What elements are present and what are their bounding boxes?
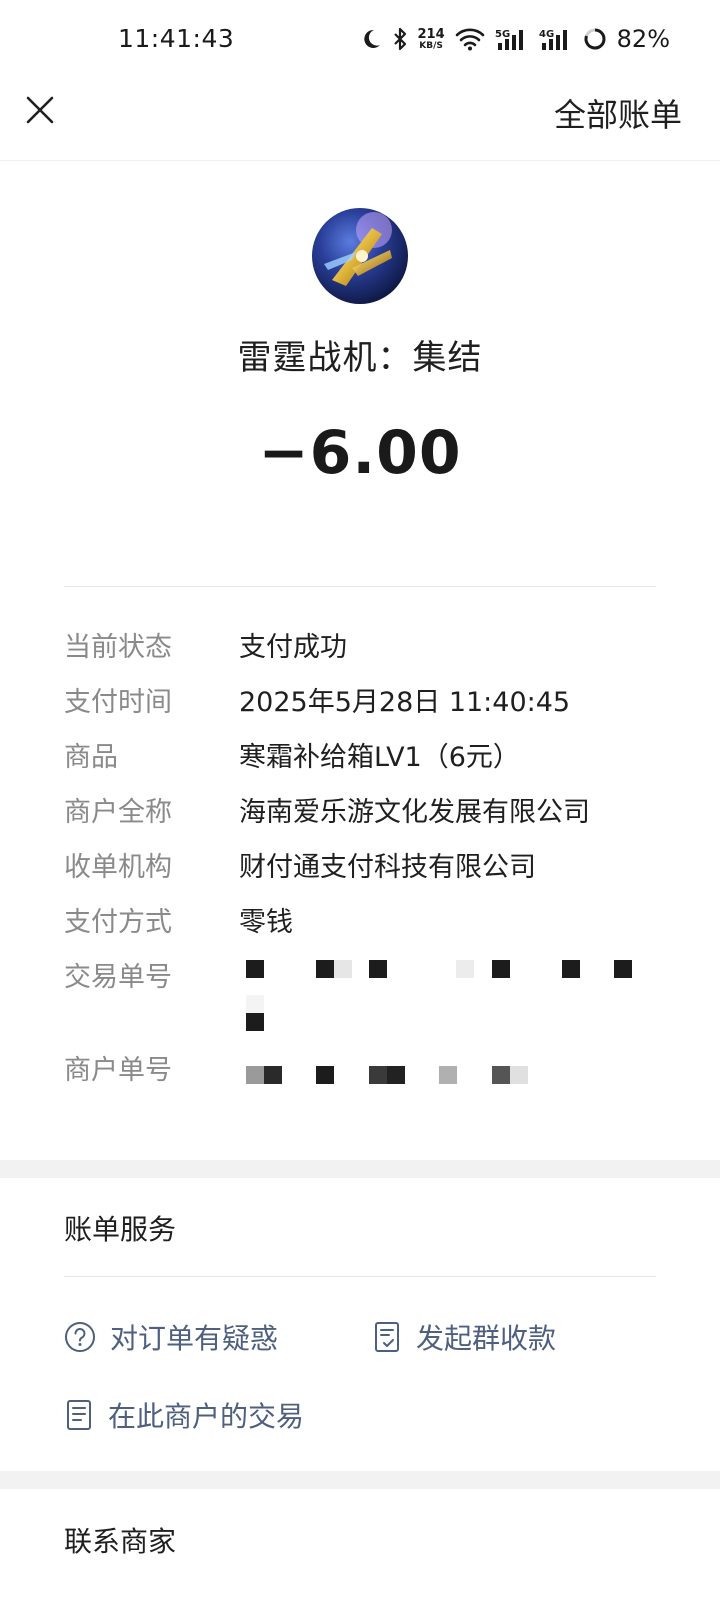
detail-row-acquirer: 收单机构 财付通支付科技有限公司 [64,845,656,885]
nav-bar: 全部账单 [0,82,720,161]
detail-label: 当前状态 [64,632,172,663]
detail-row-transaction-no: 交易单号 [64,955,656,1045]
divider [64,1276,656,1277]
merchant-avatar [312,208,408,304]
document-list-icon [64,1399,94,1431]
detail-value: 海南爱乐游文化发展有限公司 [239,797,590,828]
detail-value: 财付通支付科技有限公司 [239,852,536,883]
detail-value: 寒霜补给箱LV1（6元） [239,742,520,773]
battery-percent: 82% [616,25,670,53]
divider [64,586,656,587]
detail-row-pay-time: 支付时间 2025年5月28日 11:40:45 [64,680,656,720]
signal-4g-icon: 4G [539,27,573,51]
detail-label: 支付方式 [64,907,172,938]
status-icons: 214 KB/S 5G 4G 82% [360,22,670,56]
merchant-name: 雷霆战机：集结 [237,338,483,378]
section-separator [0,1160,720,1178]
net-speed-unit: KB/S [419,40,443,51]
detail-value: 2025年5月28日 11:40:45 [239,687,571,718]
detail-value: 零钱 [239,907,293,938]
detail-label: 收单机构 [64,852,172,883]
detail-row-merchant-full-name: 商户全称 海南爱乐游文化发展有限公司 [64,790,656,830]
status-time: 11:41:43 [118,24,235,53]
detail-row-pay-method: 支付方式 零钱 [64,900,656,940]
detail-row-merchant-order-no: 商户单号 [64,1048,656,1088]
svg-text:4G: 4G [539,29,554,40]
detail-row-status: 当前状态 支付成功 [64,625,656,665]
detail-label: 商户单号 [64,1055,172,1086]
status-bar: 11:41:43 214 KB/S 5G 4G 82% [0,0,720,82]
contact-merchant-link[interactable]: 联系商家 [64,1520,176,1560]
section-separator [0,1471,720,1489]
bluetooth-icon [392,27,408,51]
detail-row-goods: 商品 寒霜补给箱LV1（6元） [64,735,656,775]
net-speed-value: 214 [417,26,445,42]
merchant-transactions-label: 在此商户的交易 [108,1400,305,1433]
wifi-icon [455,27,485,51]
bill-service-title: 账单服务 [64,1213,177,1246]
group-collect-label: 发起群收款 [416,1322,557,1355]
close-icon [24,94,56,130]
transaction-amount: −6.00 [258,418,462,488]
net-speed: 214 KB/S [418,28,445,51]
merchant-transactions-link[interactable]: 在此商户的交易 [64,1395,304,1435]
detail-label: 支付时间 [64,687,172,718]
receipt-check-icon [372,1321,402,1353]
order-question-link[interactable]: 对订单有疑惑 [64,1317,278,1357]
close-button[interactable] [22,94,58,130]
detail-label: 商户全称 [64,797,172,828]
question-circle-icon [64,1321,96,1353]
order-question-label: 对订单有疑惑 [110,1322,279,1355]
detail-label: 商品 [64,742,118,773]
moon-icon [360,28,382,50]
detail-label: 交易单号 [64,962,172,993]
group-collect-link[interactable]: 发起群收款 [372,1317,556,1357]
all-bills-link[interactable]: 全部账单 [554,90,682,136]
signal-5g-icon: 5G [495,27,529,51]
svg-text:5G: 5G [495,29,510,40]
battery-ring-icon [583,27,607,51]
detail-value: 支付成功 [239,632,347,663]
